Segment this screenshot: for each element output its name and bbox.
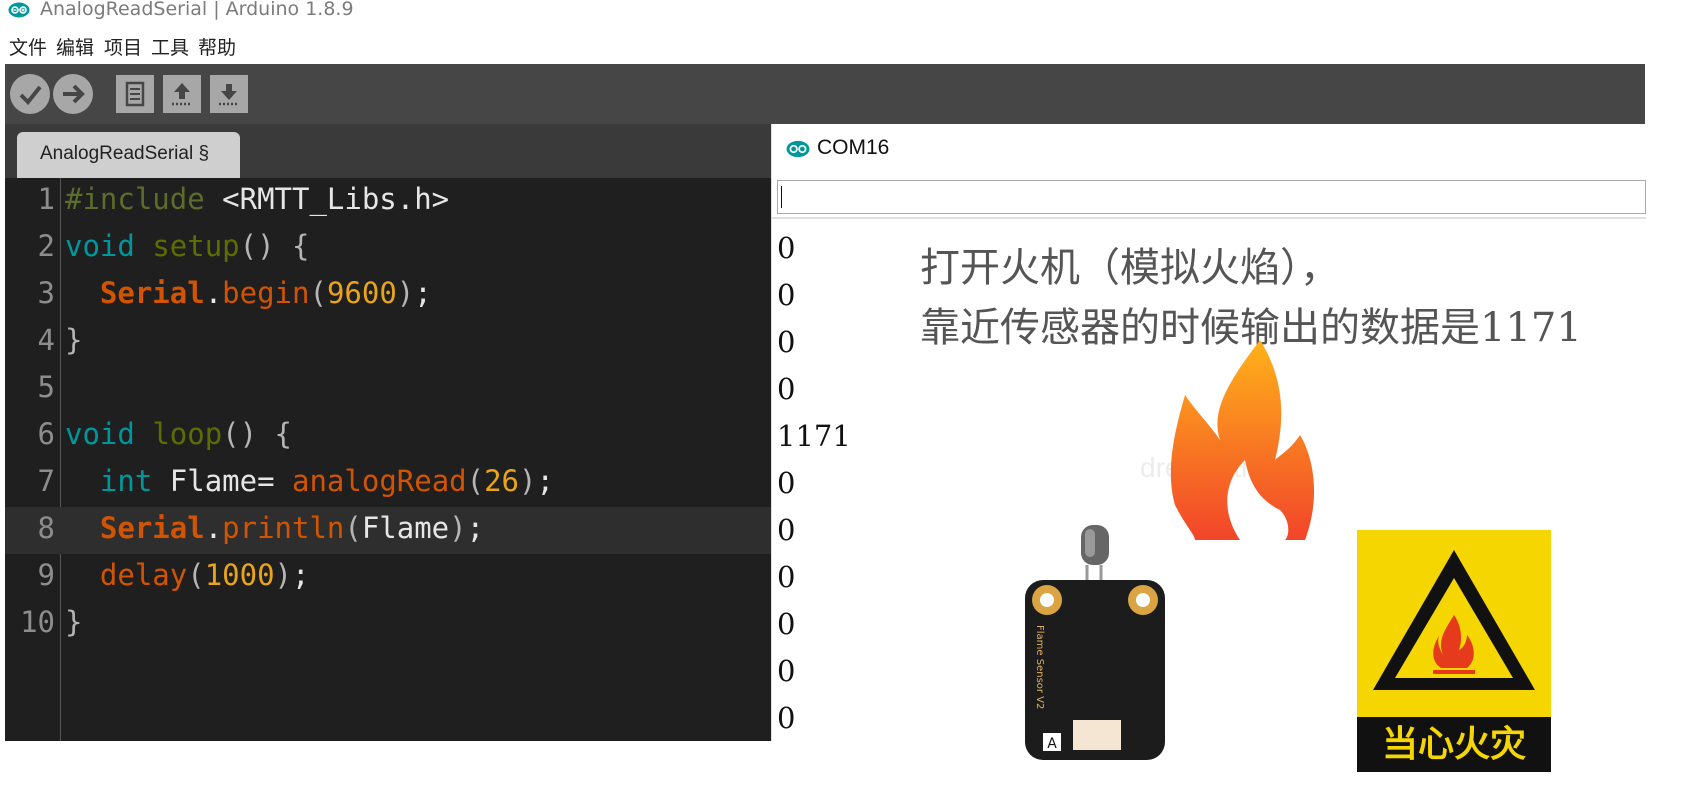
line-number: 6 bbox=[37, 417, 55, 451]
check-icon bbox=[19, 85, 42, 105]
serial-output-line: 0 bbox=[777, 513, 796, 547]
code-line: 1 #include <RMTT_Libs.h> bbox=[5, 178, 771, 225]
serial-port-title: COM16 bbox=[817, 136, 890, 159]
code-line-current: 8 Serial.println(Flame); bbox=[5, 507, 771, 554]
serial-output-line: 0 bbox=[777, 560, 796, 594]
serial-output-line: 0 bbox=[777, 466, 796, 500]
line-number: 4 bbox=[37, 323, 55, 357]
arduino-logo-icon bbox=[786, 140, 810, 158]
upload-arrow-icon bbox=[172, 83, 192, 106]
serial-output-line: 0 bbox=[777, 372, 796, 406]
code-line: 3 Serial.begin(9600); bbox=[5, 272, 771, 319]
serial-monitor-header: COM16 bbox=[772, 124, 1646, 176]
code-text: #include <RMTT_Libs.h> bbox=[65, 182, 450, 216]
flame-icon bbox=[1170, 340, 1315, 540]
line-number: 5 bbox=[37, 370, 55, 404]
line-number: 2 bbox=[37, 229, 55, 263]
code-line: 9 delay(1000); bbox=[5, 554, 771, 601]
serial-send-input[interactable] bbox=[777, 180, 1646, 214]
fire-warning-sign: 当心火灾 bbox=[1357, 530, 1551, 772]
line-number: 3 bbox=[37, 276, 55, 310]
code-line: 6 void loop() { bbox=[5, 413, 771, 460]
serial-output-line: 0 bbox=[777, 654, 796, 688]
serial-output-line: 0 bbox=[777, 607, 796, 641]
line-number: 8 bbox=[37, 511, 55, 545]
menu-help[interactable]: 帮助 bbox=[198, 33, 236, 60]
new-file-icon bbox=[125, 81, 145, 107]
serial-output: 0 0 0 0 1171 0 0 0 0 0 0 bbox=[777, 225, 851, 742]
warning-triangle-icon bbox=[1373, 550, 1535, 690]
open-button[interactable] bbox=[163, 75, 201, 113]
menu-tools[interactable]: 工具 bbox=[151, 33, 189, 60]
code-text: } bbox=[65, 323, 83, 357]
upload-button[interactable] bbox=[53, 74, 93, 114]
code-line: 2 void setup() { bbox=[5, 225, 771, 272]
code-text: delay(1000); bbox=[99, 558, 310, 592]
serial-output-line: 0 bbox=[777, 278, 796, 312]
tab-analogreadserial[interactable]: AnalogReadSerial § bbox=[17, 132, 240, 178]
editor-area: AnalogReadSerial § 1 #include <RMTT_Libs… bbox=[5, 124, 771, 741]
new-button[interactable] bbox=[116, 75, 154, 113]
code-text: Serial.println(Flame); bbox=[99, 511, 485, 545]
serial-output-line: 1171 bbox=[777, 419, 851, 453]
tab-label: AnalogReadSerial § bbox=[40, 143, 210, 164]
window-title: AnalogReadSerial | Arduino 1.8.9 bbox=[40, 0, 354, 20]
code-line: 4 } bbox=[5, 319, 771, 366]
code-text: int Flame= analogRead(26); bbox=[99, 464, 554, 498]
line-number: 9 bbox=[37, 558, 55, 592]
warning-label: 当心火灾 bbox=[1357, 717, 1551, 772]
verify-button[interactable] bbox=[10, 74, 50, 114]
menu-sketch[interactable]: 项目 bbox=[104, 33, 142, 60]
line-number: 1 bbox=[37, 182, 55, 216]
save-button[interactable] bbox=[210, 75, 248, 113]
toolbar bbox=[5, 64, 1645, 124]
title-bar: AnalogReadSerial | Arduino 1.8.9 bbox=[0, 0, 1683, 24]
flame-sensor-image: A Flame Sensor V2 bbox=[1025, 525, 1165, 760]
code-text: Serial.begin(9600); bbox=[99, 276, 432, 310]
code-editor[interactable]: 1 #include <RMTT_Libs.h> 2 void setup() … bbox=[5, 178, 771, 741]
code-text: } bbox=[65, 605, 83, 639]
sensor-pin-label: A bbox=[1047, 736, 1057, 752]
text-caret bbox=[781, 186, 782, 208]
serial-output-line: 0 bbox=[777, 325, 796, 359]
serial-output-line: 0 bbox=[777, 701, 796, 735]
download-arrow-icon bbox=[219, 84, 239, 106]
code-text: void loop() { bbox=[65, 417, 293, 451]
menu-bar: 文件 编辑 项目 工具 帮助 bbox=[0, 30, 1683, 60]
sensor-label: Flame Sensor V2 bbox=[1034, 625, 1045, 709]
code-line: 10 } bbox=[5, 601, 771, 648]
code-text: void setup() { bbox=[65, 229, 310, 263]
serial-output-line: 0 bbox=[777, 231, 796, 265]
arrow-right-icon bbox=[63, 84, 85, 104]
line-number: 10 bbox=[20, 605, 55, 639]
menu-edit[interactable]: 编辑 bbox=[56, 33, 94, 60]
divider bbox=[772, 217, 1646, 219]
tab-strip: AnalogReadSerial § bbox=[5, 124, 771, 178]
line-number: 7 bbox=[37, 464, 55, 498]
menu-file[interactable]: 文件 bbox=[9, 33, 47, 60]
code-line: 5 bbox=[5, 366, 771, 413]
arduino-logo-icon bbox=[8, 2, 30, 18]
annotation-line-1: 打开火机（模拟火焰）， bbox=[920, 245, 1340, 291]
code-line: 7 int Flame= analogRead(26); bbox=[5, 460, 771, 507]
